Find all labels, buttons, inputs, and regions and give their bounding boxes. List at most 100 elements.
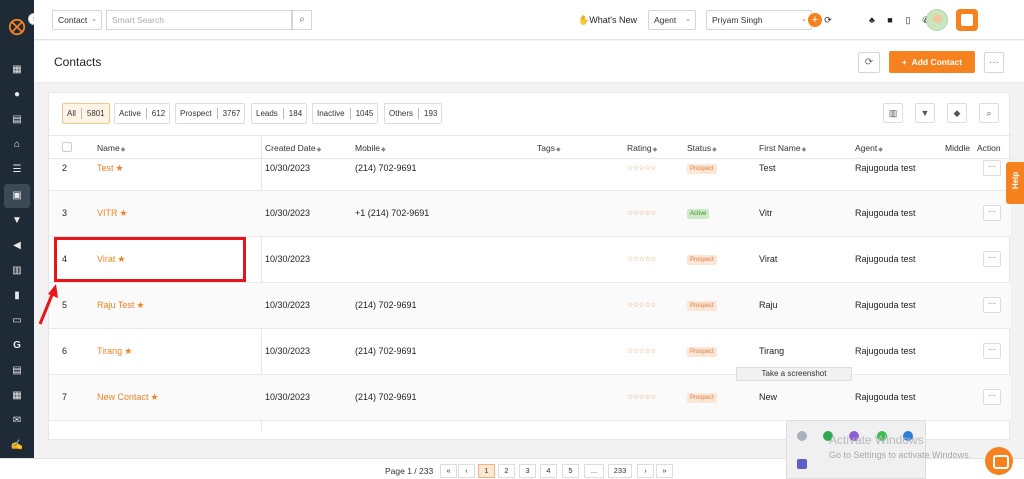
logout-icon[interactable]: ▯ [902,14,914,26]
row-action-button[interactable]: ··· [983,160,1001,176]
table-row[interactable]: 6 Tirang ★ 10/30/2023 (214) 702-9691 ☆☆☆☆☆ Pro… [49,329,1011,375]
rating-stars[interactable]: ☆☆☆☆☆ [627,164,656,172]
filter-button[interactable]: ▼ [915,103,935,123]
rating-stars[interactable]: ☆☆☆☆☆ [627,347,656,355]
page-button[interactable]: 3 [519,464,536,478]
contact-name-link[interactable]: Test ★ [97,163,124,174]
contact-name-link[interactable]: New Contact ★ [97,392,159,403]
signature-icon[interactable]: ✍ [10,439,24,453]
mobile-number[interactable]: (214) 702-9691 [355,163,417,173]
star-icon[interactable]: ★ [124,346,132,356]
row-action-button[interactable]: ··· [983,297,1001,313]
list-icon[interactable]: ☰ [10,163,24,177]
search-button[interactable]: ⌕ [292,10,312,30]
page-button[interactable]: 5 [562,464,579,478]
more-options-button[interactable]: ··· [984,52,1004,73]
last-page-button[interactable]: » [656,464,673,478]
next-page-button[interactable]: › [637,464,654,478]
rating-stars[interactable]: ☆☆☆☆☆ [627,301,656,309]
column-header-tags[interactable]: Tags◆ [537,143,561,153]
column-header-name[interactable]: Name◆ [97,143,125,153]
documents-icon[interactable]: ▤ [10,113,24,127]
help-tab[interactable]: Help [1006,162,1024,204]
refresh-button[interactable]: ⟳ [858,52,880,73]
teams-icon[interactable] [797,459,807,469]
module-select[interactable]: Contact ⌄ [52,10,102,30]
user-select[interactable]: Priyam Singh ⌄ [706,10,812,30]
table-row[interactable]: 7 New Contact ★ 10/30/2023 (214) 702-9691 ☆☆☆… [49,375,1011,421]
onedrive-icon[interactable] [797,431,807,441]
column-header-first-name[interactable]: First Name◆ [759,143,806,153]
column-header-mobile[interactable]: Mobile◆ [355,143,386,153]
column-header-rating[interactable]: Rating◆ [627,143,657,153]
row-action-button[interactable]: ··· [983,343,1001,359]
table-row[interactable]: 5 Raju Test ★ 10/30/2023 (214) 702-9691 ☆☆☆☆☆… [49,283,1011,329]
mobile-number[interactable]: (214) 702-9691 [355,300,417,310]
brand-app-icon[interactable] [956,9,978,31]
contact-name-link[interactable]: Tirang ★ [97,346,132,357]
columns-button[interactable]: ▥ [883,103,903,123]
filter-all[interactable]: All 5801 [62,103,110,124]
row-action-button[interactable]: ··· [983,389,1001,405]
filter-leads[interactable]: Leads 184 [251,103,308,124]
folder-icon[interactable]: ▭ [10,314,24,328]
filter-prospect[interactable]: Prospect 3767 [175,103,246,124]
column-header-status[interactable]: Status◆ [687,143,717,153]
google-icon[interactable]: G [10,339,24,353]
bell-icon[interactable]: ♣ [866,14,878,26]
tasks-icon[interactable]: ▤ [10,364,24,378]
page-button[interactable]: 2 [498,464,515,478]
prev-page-button[interactable]: ‹ [458,464,475,478]
mobile-number[interactable]: +1 (214) 702-9691 [355,208,429,218]
contact-name-link[interactable]: VITR ★ [97,208,128,219]
column-header-created-date[interactable]: Created Date◆ [265,143,321,153]
mobile-number[interactable]: (214) 702-9691 [355,346,417,356]
add-contact-button[interactable]: + Add Contact [889,51,975,73]
contacts-icon[interactable]: ▣ [10,189,24,203]
rating-stars[interactable]: ☆☆☆☆☆ [627,255,656,263]
star-icon[interactable]: ★ [136,300,144,310]
filter-inactive[interactable]: Inactive 1045 [312,103,379,124]
users-icon[interactable]: ● [10,88,24,102]
row-action-button[interactable]: ··· [983,205,1001,221]
page-button[interactable]: 4 [540,464,557,478]
annotation-arrow-icon [38,284,58,325]
filter-others[interactable]: Others 193 [384,103,443,124]
user-avatar[interactable] [926,9,948,31]
whats-new-link[interactable]: ✋What's New [578,15,637,26]
mobile-number[interactable]: (214) 702-9691 [355,392,417,402]
page-button[interactable]: 233 [608,464,632,478]
chat-icon[interactable]: ■ [884,14,896,26]
role-select[interactable]: Agent ⌄ [648,10,696,30]
star-icon[interactable]: ★ [120,208,128,218]
smart-search-input[interactable]: Smart Search [106,10,292,30]
rating-stars[interactable]: ☆☆☆☆☆ [627,393,656,401]
rating-stars[interactable]: ☆☆☆☆☆ [627,209,656,217]
mail-icon[interactable]: ✉ [10,414,24,428]
reports-icon[interactable]: ▮ [10,289,24,303]
filter-icon[interactable]: ▼ [10,214,24,228]
bank-icon[interactable]: ⌂ [10,138,24,152]
column-header-agent[interactable]: Agent◆ [855,143,883,153]
app-logo-icon[interactable] [8,18,26,36]
star-icon[interactable]: ★ [151,392,159,402]
notes-icon[interactable]: ▥ [10,264,24,278]
first-page-button[interactable]: « [440,464,457,478]
quick-add-button[interactable]: + [808,13,822,27]
dashboard-icon[interactable]: ▦ [10,63,24,77]
star-icon[interactable]: ★ [116,163,124,173]
calendar-icon[interactable]: ▦ [10,389,24,403]
row-action-button[interactable]: ··· [983,251,1001,267]
chat-widget-button[interactable] [985,447,1013,475]
table-row[interactable]: 2 Test ★ 10/30/2023 (214) 702-9691 ☆☆☆☆☆ Prosp… [49,159,1011,191]
refresh-icon[interactable]: ⟳ [822,14,834,26]
filter-active[interactable]: Active 612 [114,103,171,124]
tags-button[interactable]: ◆ [947,103,967,123]
page-button[interactable]: 1 [478,464,495,478]
search-table-button[interactable]: ⌕ [979,103,999,123]
contact-name-link[interactable]: Raju Test ★ [97,300,144,311]
table-row[interactable]: 3 VITR ★ 10/30/2023 +1 (214) 702-9691 ☆☆☆☆☆ Ac… [49,191,1011,237]
select-all-checkbox[interactable] [62,142,72,152]
column-header-middle[interactable]: Middle [945,143,970,153]
megaphone-icon[interactable]: ◀ [10,239,24,253]
